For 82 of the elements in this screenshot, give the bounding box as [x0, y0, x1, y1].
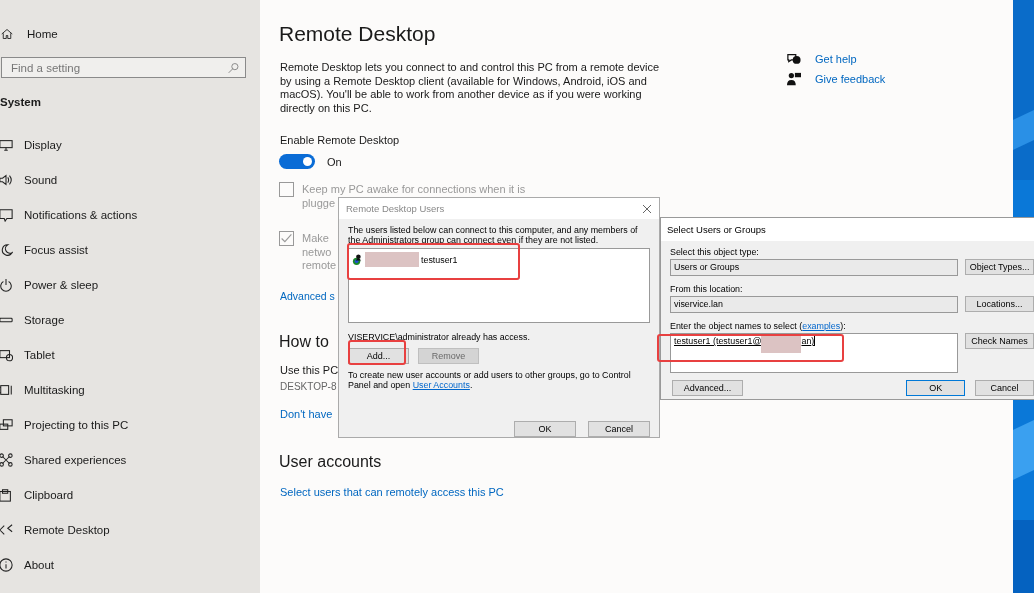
sidebar-item[interactable]: Shared experiences	[0, 442, 127, 477]
sidebar-item-icon	[0, 452, 13, 467]
dialog-title: Select Users or Groups	[667, 224, 766, 235]
sidebar-item[interactable]: About	[0, 547, 55, 582]
field-label: Select this object type:	[670, 247, 760, 257]
cancel-button[interactable]: Cancel	[588, 421, 650, 437]
examples-link[interactable]: examples	[802, 321, 841, 331]
user-icon	[352, 254, 363, 265]
object-names-field[interactable]: testuser1 (testuser1@ an)	[670, 333, 959, 373]
chat-help-icon	[787, 52, 801, 66]
sidebar-item-icon	[0, 172, 13, 187]
field-label: From this location:	[670, 284, 744, 294]
sidebar-item[interactable]: Storage	[0, 302, 65, 337]
toggle-switch[interactable]	[279, 154, 315, 170]
person-feedback-icon	[787, 72, 801, 86]
sidebar-item-icon	[0, 522, 13, 537]
home-icon	[1, 27, 13, 41]
sidebar-item-icon	[0, 137, 13, 152]
sidebar-item[interactable]: Projecting to this PC	[0, 407, 129, 442]
toggle-label: On	[327, 155, 342, 168]
sidebar-item[interactable]: Tablet	[0, 337, 55, 372]
page-title: Remote Desktop	[279, 22, 436, 46]
locations-button[interactable]: Locations...	[965, 296, 1034, 312]
field-text: an)	[801, 336, 815, 346]
ok-button[interactable]: OK	[906, 380, 966, 396]
description-text: Remote Desktop lets you connect to and control this PC from a remote device by using a Remote Desktop client (available for Windows, Android, iOS and macOS). You'll be able to work from another device as if you were working directly on this PC.	[280, 61, 660, 116]
sidebar-item-icon	[0, 347, 13, 362]
sidebar-item-icon	[0, 277, 13, 292]
sidebar-item[interactable]: Clipboard	[0, 477, 74, 512]
select-users-link[interactable]: Select users that can remotely access this PC	[280, 485, 504, 498]
sidebar-item-icon	[0, 417, 13, 432]
checkbox-label: remote	[302, 259, 337, 273]
dialog-text: To create new user accounts or add users to other groups, go to Control Panel and open User Accounts.	[348, 370, 632, 390]
checkbox[interactable]	[279, 182, 294, 198]
sidebar-item-icon	[0, 242, 13, 257]
checkbox-label: plugge	[302, 196, 336, 211]
user-accounts-link[interactable]: User Accounts	[412, 380, 470, 390]
annotation-box	[348, 340, 406, 365]
advanced-button[interactable]: Advanced...	[672, 380, 744, 396]
sidebar-item-icon	[0, 557, 13, 572]
field-label: Enter the object names to select (examples):	[670, 321, 847, 331]
search-field[interactable]: Find a setting	[1, 57, 246, 78]
checkbox-label: Keep my PC awake for connections when it is	[302, 183, 526, 197]
help-link[interactable]: Give feedback	[815, 73, 886, 85]
body-text: Use this PC	[280, 363, 339, 376]
sidebar-item[interactable]: Sound	[0, 162, 58, 197]
section-heading: User accounts	[279, 451, 382, 472]
object-types-button[interactable]: Object Types...	[965, 259, 1034, 275]
user-name[interactable]: testuser1	[421, 254, 458, 265]
section-heading: System	[0, 95, 41, 110]
check-names-button[interactable]: Check Names	[965, 333, 1034, 349]
help-link[interactable]: Get help	[815, 53, 857, 65]
close-icon[interactable]	[642, 203, 652, 214]
checkbox-label: netwo	[302, 245, 332, 260]
ok-button[interactable]: OK	[514, 421, 576, 437]
add-button[interactable]: Add...	[348, 348, 409, 364]
setting-label: Enable Remote Desktop	[280, 134, 400, 147]
home-link[interactable]: Home	[0, 24, 260, 44]
sidebar-item[interactable]: Multitasking	[0, 372, 85, 407]
pc-name-text: DESKTOP-8	[280, 380, 337, 392]
location-field: viservice.lan	[670, 296, 959, 313]
checkbox-label: Make	[302, 232, 329, 246]
sidebar-item[interactable]: Notifications & actions	[0, 197, 138, 232]
sidebar-item-icon	[0, 382, 13, 397]
help-link[interactable]: Don't have	[280, 407, 333, 420]
user-list[interactable]: testuser1	[348, 248, 650, 323]
sidebar-item[interactable]: Remote Desktop	[0, 512, 110, 547]
object-type-field: Users or Groups	[670, 259, 959, 276]
redaction-block	[365, 252, 419, 267]
field-text: testuser1 (testuser1@	[674, 336, 762, 346]
advanced-link[interactable]: Advanced s	[280, 289, 335, 302]
checkbox[interactable]	[279, 231, 294, 247]
sidebar-item[interactable]: Focus assist	[0, 232, 88, 267]
sidebar-item-icon	[0, 487, 13, 502]
cancel-button[interactable]: Cancel	[975, 380, 1034, 396]
sidebar-item[interactable]: Display	[0, 127, 62, 162]
search-icon	[228, 60, 239, 75]
dialog-text: VISERVICE\administrator already has access.	[348, 332, 531, 342]
section-heading: How to	[279, 331, 329, 352]
sidebar-item-icon	[0, 207, 13, 222]
dialog-title: Remote Desktop Users	[346, 203, 445, 214]
sidebar-item[interactable]: Power & sleep	[0, 267, 99, 302]
